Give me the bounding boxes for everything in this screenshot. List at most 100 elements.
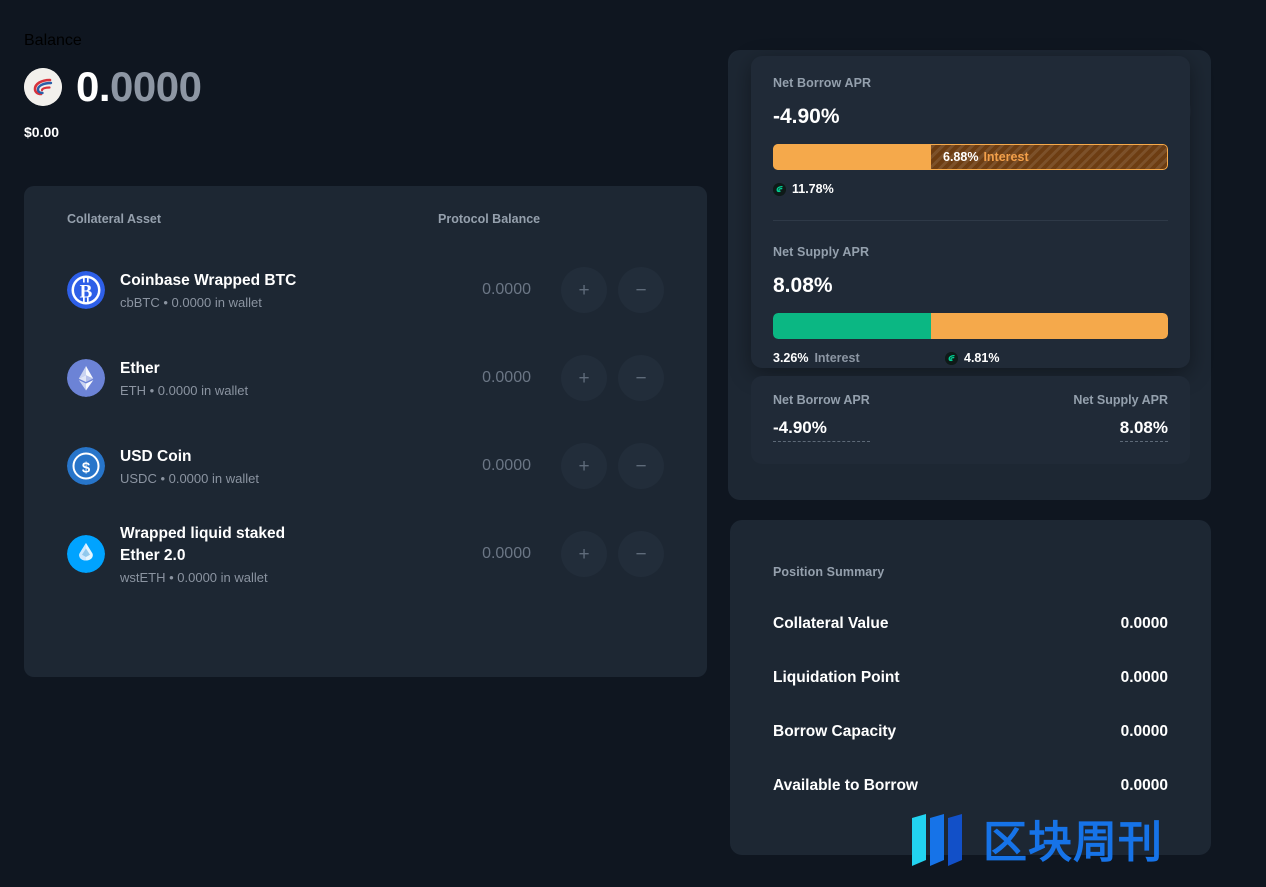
net-supply-apr-value[interactable]: 8.08% xyxy=(1119,418,1168,442)
legend-item: 4.81% xyxy=(945,351,999,365)
supply-bar-rewards-segment xyxy=(931,313,1168,339)
net-supply-apr-summary: Net Supply APR 8.08% xyxy=(1073,393,1168,447)
net-borrow-apr-value: -4.90% xyxy=(773,105,840,128)
asset-name: Ether xyxy=(120,359,160,377)
column-header-protocol-balance: Protocol Balance xyxy=(438,212,541,226)
net-supply-apr-title: Net Supply APR xyxy=(773,245,870,259)
add-collateral-button[interactable]: + xyxy=(561,443,607,489)
summary-label: Borrow Capacity xyxy=(773,723,897,740)
legend-item: 11.78% xyxy=(773,182,834,196)
borrow-interest-label: Interest xyxy=(983,150,1029,164)
collateral-header: Collateral Asset Protocol Balance xyxy=(24,186,707,246)
asset-text: Coinbase Wrapped BTC cbBTC • 0.0000 in w… xyxy=(120,270,296,311)
borrow-bar-interest-segment: 6.88% Interest xyxy=(931,144,1168,170)
asset-protocol-balance: 0.0000 xyxy=(482,545,531,562)
asset-text: USD Coin USDC • 0.0000 in wallet xyxy=(120,446,259,487)
summary-label: Liquidation Point xyxy=(773,669,900,686)
svg-text:$: $ xyxy=(82,460,91,477)
remove-collateral-button[interactable]: − xyxy=(618,267,664,313)
asset-subtitle: ETH • 0.0000 in wallet xyxy=(120,382,249,398)
compound-logo-icon xyxy=(24,68,62,106)
asset-identity: $ USD Coin USDC • 0.0000 in wallet xyxy=(67,446,402,487)
borrow-apr-bar: 6.88% Interest xyxy=(773,144,1168,170)
asset-protocol-balance: 0.0000 xyxy=(482,457,531,474)
asset-name: Coinbase Wrapped BTC xyxy=(120,271,297,289)
balance-block: Balance 0.0000 $0.00 xyxy=(24,32,202,140)
supply-apr-legend: 3.26% Interest 4.81% xyxy=(773,351,1168,365)
asset-actions: + − xyxy=(561,443,664,489)
borrow-apr-legend: 11.78% xyxy=(773,182,1168,196)
summary-value: 0.0000 xyxy=(1120,777,1168,794)
column-header-asset: Collateral Asset xyxy=(67,212,162,226)
comp-token-icon xyxy=(773,182,786,196)
balance-amount-lead: 0. xyxy=(76,63,111,110)
net-supply-apr-value: 8.08% xyxy=(773,274,833,297)
net-borrow-apr-summary: Net Borrow APR -4.90% xyxy=(773,393,870,447)
net-borrow-apr-value[interactable]: -4.90% xyxy=(773,418,870,442)
asset-actions: + − xyxy=(561,267,664,313)
remove-collateral-button[interactable]: − xyxy=(618,531,664,577)
table-row[interactable]: B Coinbase Wrapped BTC cbBTC • 0.0000 in… xyxy=(24,246,707,334)
supply-interest-label: Interest xyxy=(814,351,860,365)
net-supply-apr-label: Net Supply APR xyxy=(1073,393,1168,407)
borrow-bar-solid-segment xyxy=(773,144,931,170)
table-row[interactable]: Ether ETH • 0.0000 in wallet 0.0000 + − xyxy=(24,334,707,422)
comp-token-icon xyxy=(945,351,958,365)
supply-rewards-value: 4.81% xyxy=(964,351,1000,365)
supply-interest-value: 3.26% xyxy=(773,351,809,365)
apr-breakdown-popover: Net Borrow APR -4.90% 6.88% Interest 11.… xyxy=(751,56,1190,368)
asset-actions: + − xyxy=(561,355,664,401)
collateral-card: Collateral Asset Protocol Balance B Coin… xyxy=(24,186,707,677)
watermark-text: 区块周刊 xyxy=(983,817,1163,867)
remove-collateral-button[interactable]: − xyxy=(618,355,664,401)
asset-identity: Wrapped liquid staked Ether 2.0 wstETH •… xyxy=(67,523,402,586)
table-row[interactable]: $ USD Coin USDC • 0.0000 in wallet 0.000… xyxy=(24,422,707,510)
summary-row-available-to-borrow: Available to Borrow 0.0000 xyxy=(773,777,1168,795)
add-collateral-button[interactable]: + xyxy=(561,355,607,401)
balance-row: 0.0000 xyxy=(24,63,202,110)
asset-protocol-balance: 0.0000 xyxy=(482,369,531,386)
asset-protocol-balance: 0.0000 xyxy=(482,281,531,298)
lido-icon xyxy=(67,535,105,573)
asset-actions: + − xyxy=(561,531,664,577)
net-borrow-apr-label: Net Borrow APR xyxy=(773,393,870,407)
summary-row-collateral-value: Collateral Value 0.0000 xyxy=(773,615,1168,633)
add-collateral-button[interactable]: + xyxy=(561,267,607,313)
summary-row-liquidation-point: Liquidation Point 0.0000 xyxy=(773,669,1168,687)
apr-divider xyxy=(773,220,1168,221)
net-borrow-apr-title: Net Borrow APR xyxy=(773,76,872,90)
watermark: 区块周刊 xyxy=(908,812,1163,873)
balance-fiat-value: $0.00 xyxy=(24,124,60,140)
supply-apr-bar xyxy=(773,313,1168,339)
asset-subtitle: cbBTC • 0.0000 in wallet xyxy=(120,294,262,310)
bitcoin-icon: B xyxy=(67,271,105,309)
bars-logo-icon xyxy=(908,812,970,873)
asset-subtitle: USDC • 0.0000 in wallet xyxy=(120,470,259,486)
summary-row-borrow-capacity: Borrow Capacity 0.0000 xyxy=(773,723,1168,741)
summary-label: Available to Borrow xyxy=(773,777,918,794)
summary-label: Collateral Value xyxy=(773,615,889,632)
summary-value: 0.0000 xyxy=(1120,669,1168,686)
asset-text: Wrapped liquid staked Ether 2.0 wstETH •… xyxy=(120,523,320,586)
table-row[interactable]: Wrapped liquid staked Ether 2.0 wstETH •… xyxy=(24,510,707,598)
ethereum-icon xyxy=(67,359,105,397)
asset-text: Ether ETH • 0.0000 in wallet xyxy=(120,358,248,399)
balance-amount-rest: 0000 xyxy=(110,63,202,110)
legend-item: 3.26% Interest xyxy=(773,351,945,365)
apr-summary-row: Net Borrow APR -4.90% Net Supply APR 8.0… xyxy=(751,376,1190,464)
remove-collateral-button[interactable]: − xyxy=(618,443,664,489)
position-summary: Position Summary Collateral Value 0.0000… xyxy=(773,565,1168,795)
asset-name: Wrapped liquid staked Ether 2.0 xyxy=(120,524,286,564)
asset-name: USD Coin xyxy=(120,447,192,465)
balance-amount: 0.0000 xyxy=(76,63,202,110)
usdc-icon: $ xyxy=(67,447,105,485)
borrow-interest-value: 6.88% xyxy=(943,150,979,164)
svg-text:B: B xyxy=(80,282,93,303)
add-collateral-button[interactable]: + xyxy=(561,531,607,577)
summary-value: 0.0000 xyxy=(1120,615,1168,632)
borrow-rewards-value: 11.78% xyxy=(792,182,834,196)
balance-label: Balance xyxy=(24,32,82,49)
supply-bar-interest-segment xyxy=(773,313,931,339)
summary-value: 0.0000 xyxy=(1120,723,1168,740)
asset-identity: Ether ETH • 0.0000 in wallet xyxy=(67,358,402,399)
